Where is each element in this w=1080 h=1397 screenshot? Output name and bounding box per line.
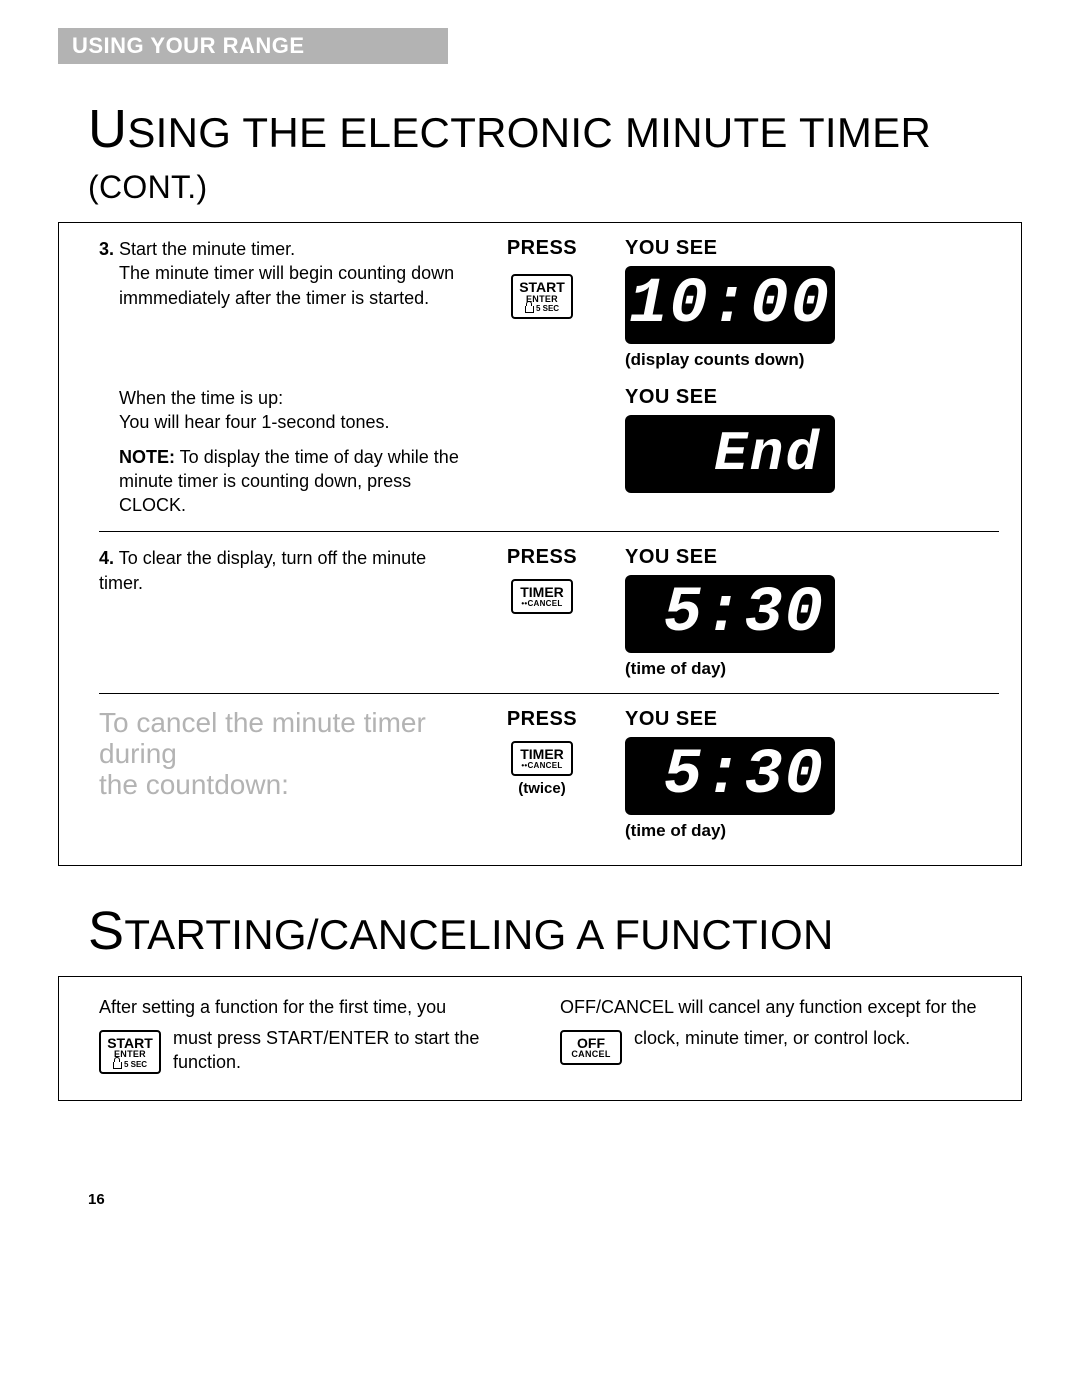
start-enter-button-icon: START ENTER 5 SEC (511, 274, 573, 319)
off-cancel-button-icon: OFF CANCEL (560, 1030, 622, 1065)
timer-cancel-button-icon-2: TIMER CANCEL (511, 741, 573, 775)
lcd3-caption: (time of day) (625, 659, 999, 679)
heading-start-cancel: STARTING/CANCELING A FUNCTION (88, 900, 1022, 962)
press-header-3: PRESS (477, 708, 607, 731)
startcancel-panel: After setting a function for the first t… (58, 976, 1022, 1101)
timer-panel: 3. Start the minute timer. The minute ti… (58, 222, 1022, 866)
step3-text: 3. Start the minute timer. The minute ti… (99, 237, 459, 310)
lcd-display-530b: 5:30 (625, 737, 835, 815)
lcd-display-530a: 5:30 (625, 575, 835, 653)
timer-cancel-button-icon: TIMER CANCEL (511, 579, 573, 613)
lock-icon-2 (113, 1062, 122, 1069)
col-cancel-text: OFF/CANCEL will cancel any function exce… (560, 997, 977, 1017)
step3-timeup-text: When the time is up: You will hear four … (99, 386, 459, 517)
section-tab: USING YOUR RANGE (58, 28, 448, 64)
yousee-header-4: YOU SEE (625, 708, 999, 731)
step4-text: 4. To clear the display, turn off the mi… (99, 546, 459, 595)
col-start-text: After setting a function for the first t… (99, 997, 446, 1017)
lcd-display-end: End (625, 415, 835, 493)
col-cancel-text2: clock, minute timer, or control lock. (634, 1028, 910, 1048)
col-start: After setting a function for the first t… (99, 995, 538, 1076)
lock-icon (525, 306, 534, 313)
lcd-display-1000: 10:00 (625, 266, 835, 344)
heading-timer-cont: USING THE ELECTRONIC MINUTE TIMER (CONT.… (88, 98, 1022, 208)
page-number: 16 (88, 1191, 1022, 1208)
cancel-heading: To cancel the minute timer during the co… (99, 708, 459, 800)
press-header: PRESS (477, 237, 607, 260)
yousee-header-2: YOU SEE (625, 386, 999, 409)
col-start-text2: must press START/ENTER to start the func… (173, 1028, 479, 1072)
col-cancel: OFF/CANCEL will cancel any function exce… (560, 995, 999, 1076)
lcd4-caption: (time of day) (625, 821, 999, 841)
twice-note: (twice) (477, 780, 607, 797)
start-enter-button-icon-2: START ENTER 5 SEC (99, 1030, 161, 1075)
press-header-2: PRESS (477, 546, 607, 569)
yousee-header: YOU SEE (625, 237, 999, 260)
yousee-header-3: YOU SEE (625, 546, 999, 569)
lcd1-caption: (display counts down) (625, 350, 999, 370)
